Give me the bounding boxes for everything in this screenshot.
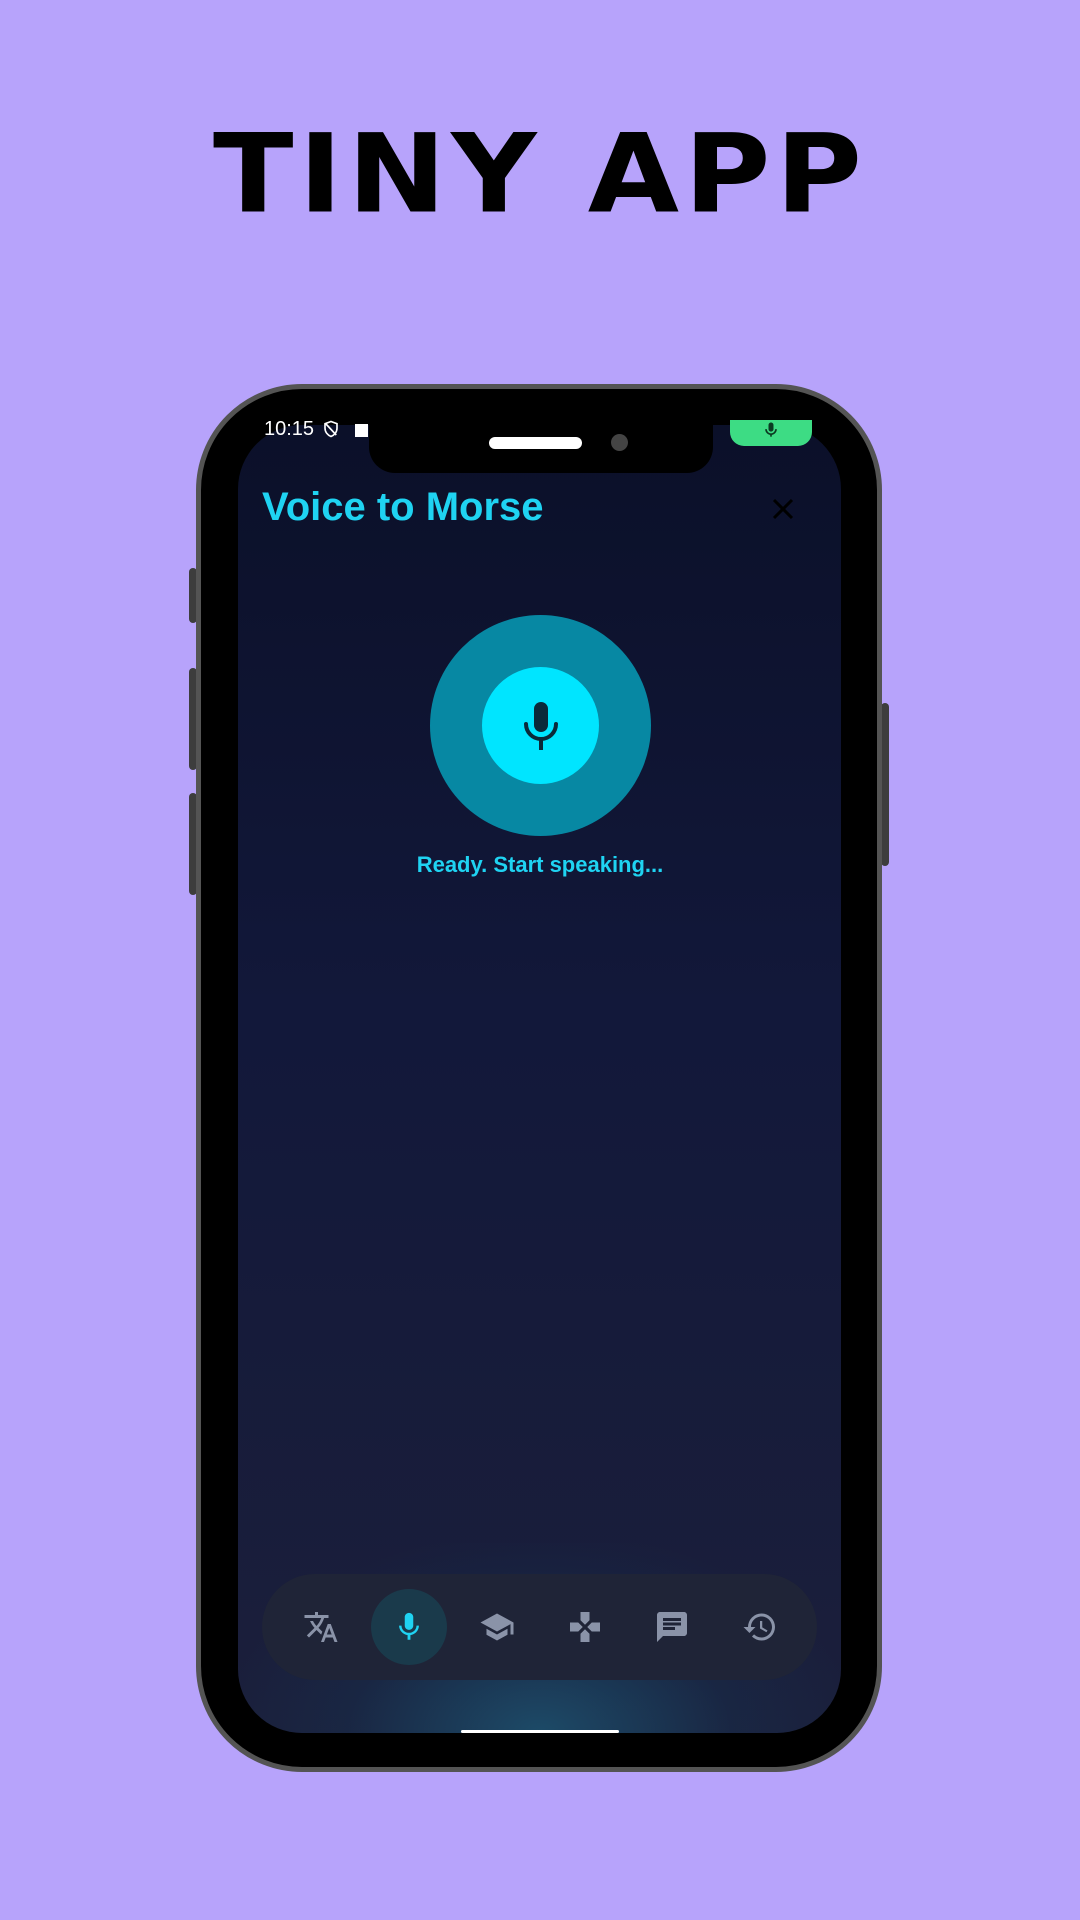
status-text: Ready. Start speaking... [416,852,664,877]
mic-icon [399,1612,419,1640]
gamepad-icon [570,1612,600,1642]
home-indicator[interactable] [461,1730,619,1733]
mic-indicator-icon [765,422,777,437]
nav-item-chat[interactable] [645,1600,699,1654]
vpn-shield-icon [324,420,338,438]
phone-power-button [881,703,889,866]
close-icon[interactable] [768,494,798,524]
translate-icon [304,1612,338,1642]
promo-title: TINY APP [213,110,867,238]
history-icon [743,1613,775,1641]
status-notification-icon [355,424,368,437]
status-time: 10:15 [264,418,315,440]
page-title: Voice to Morse [262,485,544,529]
nav-item-voice[interactable] [382,1600,436,1654]
nav-item-learn[interactable] [470,1600,524,1654]
nav-item-translate[interactable] [294,1600,348,1654]
school-icon [480,1613,514,1641]
nav-item-games[interactable] [558,1600,612,1654]
nav-item-history[interactable] [733,1600,787,1654]
phone-notch [369,425,713,473]
phone-camera [611,434,628,451]
mic-in-use-indicator [730,420,812,446]
mic-button[interactable] [482,667,599,784]
phone-speaker [489,437,582,449]
microphone-icon [524,702,558,750]
chat-icon [657,1612,687,1642]
